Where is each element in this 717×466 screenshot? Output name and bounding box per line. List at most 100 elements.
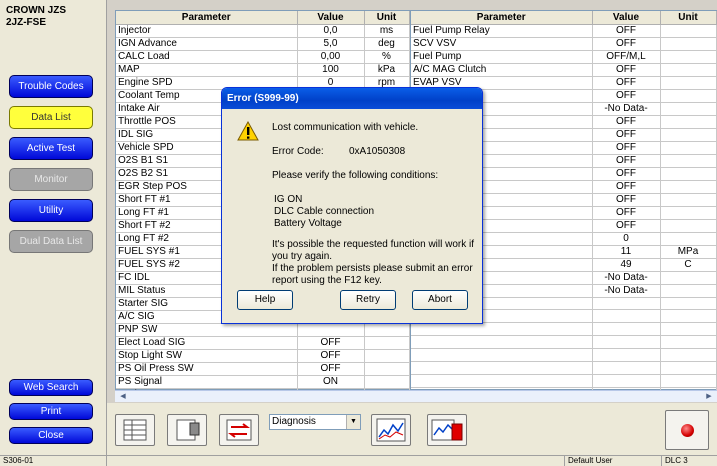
table-row[interactable]: Injector 0,0 ms — [116, 24, 410, 38]
table-row[interactable]: Fuel Pump OFF/M,L — [411, 50, 717, 64]
unit-cell: MPa — [660, 245, 717, 259]
value-cell: OFF — [592, 219, 661, 233]
value-cell: OFF/M,L — [592, 50, 661, 64]
table-row[interactable]: Stop Light SW OFF — [116, 349, 410, 363]
value-cell: 0,0 — [297, 24, 365, 38]
value-cell: OFF — [592, 89, 661, 103]
value-cell: OFF — [592, 63, 661, 77]
record-button[interactable] — [427, 414, 467, 446]
retry-button[interactable]: Retry — [340, 290, 396, 310]
dialog-title[interactable]: Error (S999-99) — [222, 88, 482, 109]
table-row[interactable] — [411, 322, 717, 337]
unit-cell — [364, 375, 410, 389]
table-row[interactable]: Fuel Pump Relay OFF — [411, 24, 717, 38]
close-button[interactable]: Close — [9, 427, 93, 444]
value-cell — [592, 361, 661, 375]
data-list-button[interactable]: Data List — [9, 106, 93, 129]
table-row[interactable]: Elect Load SIG OFF — [116, 336, 410, 350]
stop-icon — [681, 424, 694, 437]
vehicle-model: CROWN JZS — [6, 5, 66, 16]
table-row[interactable]: A/C MAG Clutch OFF — [411, 63, 717, 77]
unit-cell — [364, 336, 410, 350]
table-row[interactable] — [411, 348, 717, 362]
value-cell: 5,0 — [297, 37, 365, 51]
graph-button[interactable] — [371, 414, 411, 446]
table-row[interactable]: CALC Load 0,00% — [116, 50, 410, 64]
data-list-view-button[interactable] — [115, 414, 155, 446]
help-button[interactable]: Help — [237, 290, 293, 310]
table-row[interactable]: MAP 100 kPa — [116, 63, 410, 77]
table-row[interactable]: PNP SW — [116, 323, 410, 337]
unit-cell — [660, 37, 717, 51]
value-cell: -No Data- — [592, 284, 661, 298]
status-spacer — [107, 456, 565, 466]
value-cell: OFF — [592, 154, 661, 168]
condition-item: IG ON — [274, 194, 303, 205]
parameter-cell — [411, 374, 593, 388]
chevron-down-icon[interactable]: ▼ — [346, 415, 360, 429]
snapshot-button[interactable] — [167, 414, 207, 446]
condition-item: Battery Voltage — [274, 218, 342, 229]
table-row[interactable] — [411, 374, 717, 388]
horizontal-scrollbar[interactable]: ◀ ▶ — [115, 390, 717, 402]
table-row[interactable]: PS Oil Press SW OFF — [116, 362, 410, 376]
print-button[interactable]: Print — [9, 403, 93, 420]
value-cell: OFF — [592, 180, 661, 194]
value-cell: ON — [297, 375, 365, 389]
column-header-unit[interactable]: Unit — [364, 11, 410, 25]
value-cell: OFF — [592, 115, 661, 129]
utility-button[interactable]: Utility — [9, 199, 93, 222]
unit-cell — [660, 167, 717, 181]
column-header-value[interactable]: Value — [592, 11, 661, 25]
dialog-note-line: you try again. — [272, 251, 333, 262]
warning-icon — [237, 121, 259, 141]
value-cell: OFF — [592, 193, 661, 207]
parameter-cell: SCV VSV — [411, 37, 593, 51]
swap-order-button[interactable] — [219, 414, 259, 446]
dialog-body: Lost communication with vehicle. Error C… — [225, 109, 479, 320]
unit-cell — [660, 180, 717, 194]
value-cell: 0 — [592, 232, 661, 246]
unit-cell — [660, 154, 717, 168]
column-header-value[interactable]: Value — [297, 11, 365, 25]
value-cell: -No Data- — [592, 271, 661, 285]
unit-cell — [660, 374, 717, 388]
column-header-parameter[interactable]: Parameter — [411, 11, 593, 25]
parameter-cell: PS Signal — [116, 375, 298, 389]
table-row[interactable] — [411, 335, 717, 350]
unit-cell — [660, 24, 717, 38]
web-search-button[interactable]: Web Search — [9, 379, 93, 396]
abort-button[interactable]: Abort — [412, 290, 468, 310]
verify-text: Please verify the following conditions: — [272, 170, 439, 181]
table-row[interactable]: IGN Advance 5,0 deg — [116, 37, 410, 51]
column-header-unit[interactable]: Unit — [660, 11, 717, 25]
scroll-right-icon[interactable]: ▶ — [703, 391, 715, 402]
value-cell — [592, 374, 661, 388]
dialog-note-line: If the problem persists please submit an… — [272, 263, 473, 274]
status-user: Default User — [565, 456, 662, 466]
table-row[interactable]: SCV VSV OFF — [411, 37, 717, 51]
table-row[interactable] — [411, 361, 717, 375]
dual-data-list-button[interactable]: Dual Data List — [9, 230, 93, 253]
parameter-cell: Fuel Pump Relay — [411, 24, 593, 38]
value-cell: 0,00 — [297, 50, 365, 64]
value-cell: OFF — [592, 141, 661, 155]
value-cell: OFF — [592, 24, 661, 38]
stop-button[interactable] — [665, 410, 709, 450]
unit-cell — [660, 271, 717, 285]
unit-cell — [660, 361, 717, 375]
trouble-codes-button[interactable]: Trouble Codes — [9, 75, 93, 98]
parameter-cell: Fuel Pump — [411, 50, 593, 64]
table-row[interactable]: PS Signal ON — [116, 375, 410, 389]
line-graph-icon — [376, 418, 406, 442]
scroll-left-icon[interactable]: ◀ — [117, 391, 129, 402]
mode-dropdown[interactable]: Diagnosis ▼ — [269, 414, 361, 430]
column-header-parameter[interactable]: Parameter — [116, 11, 298, 25]
unit-cell — [660, 335, 717, 350]
unit-cell — [364, 323, 410, 337]
unit-cell — [660, 206, 717, 220]
active-test-button[interactable]: Active Test — [9, 137, 93, 160]
status-code: S306-01 — [0, 456, 107, 466]
monitor-button[interactable]: Monitor — [9, 168, 93, 191]
unit-cell: deg — [364, 37, 410, 51]
